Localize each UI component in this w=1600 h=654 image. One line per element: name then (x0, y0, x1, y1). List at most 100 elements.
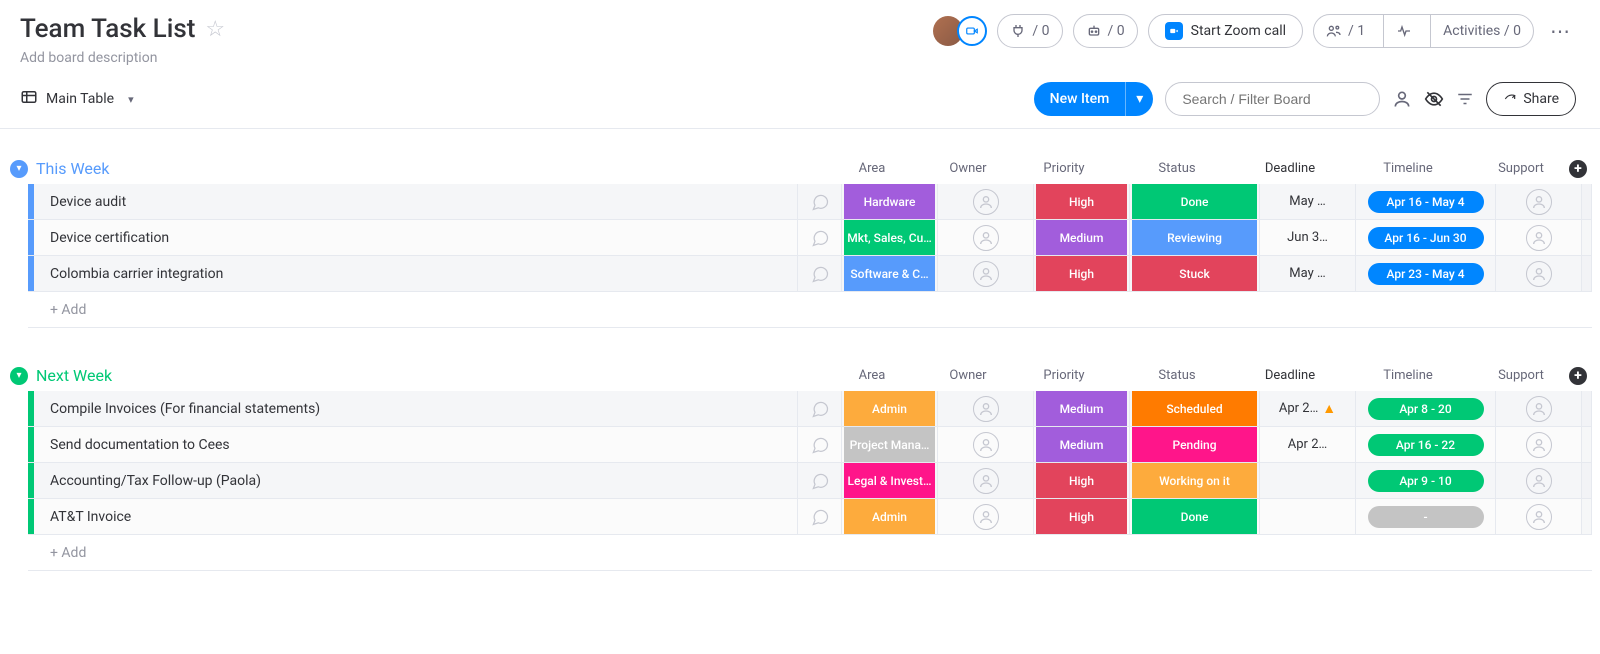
column-header[interactable]: Area (824, 368, 920, 383)
integration-b-pill[interactable]: / 0 (1073, 14, 1138, 48)
priority-cell[interactable]: Medium (1034, 427, 1130, 462)
area-cell[interactable]: Admin (842, 391, 938, 426)
area-cell[interactable]: Admin (842, 499, 938, 534)
timeline-cell[interactable]: Apr 8 - 20 (1356, 391, 1496, 426)
column-header[interactable]: Status (1112, 368, 1242, 383)
integration-a-pill[interactable]: / 0 (997, 14, 1062, 48)
deadline-cell[interactable]: Apr 2… (1260, 427, 1356, 462)
item-name[interactable]: Device certification (34, 220, 798, 255)
sort-icon[interactable] (1456, 90, 1474, 108)
priority-cell[interactable]: High (1034, 463, 1130, 498)
new-item-caret[interactable]: ▾ (1125, 82, 1153, 116)
status-cell[interactable]: Working on it (1130, 463, 1260, 498)
members-count[interactable]: / 1 (1314, 15, 1377, 47)
deadline-cell[interactable]: May … (1260, 184, 1356, 219)
column-header[interactable]: Status (1112, 161, 1242, 176)
eye-off-icon[interactable] (1424, 89, 1444, 109)
status-cell[interactable]: Pending (1130, 427, 1260, 462)
column-header[interactable]: Owner (920, 161, 1016, 176)
area-cell[interactable]: Hardware (842, 184, 938, 219)
conversation-icon[interactable] (798, 391, 842, 426)
item-name[interactable]: AT&T Invoice (34, 499, 798, 534)
owner-cell[interactable] (938, 220, 1034, 255)
area-cell[interactable]: Mkt, Sales, Cu… (842, 220, 938, 255)
activity-icon-seg[interactable] (1383, 15, 1424, 47)
priority-cell[interactable]: High (1034, 184, 1130, 219)
deadline-cell[interactable]: May … (1260, 256, 1356, 291)
item-name[interactable]: Colombia carrier integration (34, 256, 798, 291)
add-item[interactable]: + Add (34, 302, 86, 318)
column-header[interactable]: Timeline (1338, 161, 1478, 176)
owner-cell[interactable] (938, 256, 1034, 291)
owner-cell[interactable] (938, 499, 1034, 534)
status-cell[interactable]: Scheduled (1130, 391, 1260, 426)
search-filter[interactable] (1165, 82, 1380, 116)
column-header[interactable]: Owner (920, 368, 1016, 383)
item-name[interactable]: Send documentation to Cees (34, 427, 798, 462)
conversation-icon[interactable] (798, 220, 842, 255)
support-cell[interactable] (1496, 256, 1582, 291)
add-column-button[interactable]: + (1569, 160, 1587, 178)
owner-cell[interactable] (938, 427, 1034, 462)
timeline-cell[interactable]: - (1356, 499, 1496, 534)
area-cell[interactable]: Software & C… (842, 256, 938, 291)
conversation-icon[interactable] (798, 256, 842, 291)
timeline-cell[interactable]: Apr 16 - Jun 30 (1356, 220, 1496, 255)
conversation-icon[interactable] (798, 499, 842, 534)
support-cell[interactable] (1496, 427, 1582, 462)
support-cell[interactable] (1496, 220, 1582, 255)
status-cell[interactable]: Done (1130, 499, 1260, 534)
column-header[interactable]: Priority (1016, 368, 1112, 383)
support-cell[interactable] (1496, 184, 1582, 219)
group-title[interactable]: Next Week (36, 366, 112, 385)
priority-cell[interactable]: Medium (1034, 391, 1130, 426)
column-header[interactable]: Area (824, 161, 920, 176)
activities-count[interactable]: Activities / 0 (1430, 15, 1533, 47)
column-header[interactable]: Deadline (1242, 161, 1338, 176)
search-input[interactable] (1182, 91, 1363, 107)
deadline-cell[interactable]: Jun 3… (1260, 220, 1356, 255)
status-cell[interactable]: Reviewing (1130, 220, 1260, 255)
star-icon[interactable]: ☆ (205, 17, 225, 42)
column-header[interactable]: Support (1478, 368, 1564, 383)
area-cell[interactable]: Project Mana… (842, 427, 938, 462)
item-name[interactable]: Device audit (34, 184, 798, 219)
timeline-cell[interactable]: Apr 23 - May 4 (1356, 256, 1496, 291)
add-item[interactable]: + Add (34, 545, 86, 561)
collapse-toggle[interactable]: ▾ (10, 367, 28, 385)
conversation-icon[interactable] (798, 184, 842, 219)
item-name[interactable]: Accounting/Tax Follow-up (Paola) (34, 463, 798, 498)
board-members[interactable] (933, 16, 987, 46)
conversation-icon[interactable] (798, 463, 842, 498)
add-column-button[interactable]: + (1569, 367, 1587, 385)
owner-cell[interactable] (938, 463, 1034, 498)
collapse-toggle[interactable]: ▾ (10, 160, 28, 178)
area-cell[interactable]: Legal & Invest… (842, 463, 938, 498)
owner-cell[interactable] (938, 184, 1034, 219)
group-title[interactable]: This Week (36, 159, 110, 178)
support-cell[interactable] (1496, 463, 1582, 498)
column-header[interactable]: Deadline (1242, 368, 1338, 383)
deadline-cell[interactable] (1260, 463, 1356, 498)
owner-cell[interactable] (938, 391, 1034, 426)
start-zoom-button[interactable]: Start Zoom call (1148, 14, 1303, 48)
board-description[interactable]: Add board description (20, 50, 225, 66)
deadline-cell[interactable] (1260, 499, 1356, 534)
person-filter-icon[interactable] (1392, 89, 1412, 109)
column-header[interactable]: Timeline (1338, 368, 1478, 383)
more-icon[interactable]: ⋯ (1544, 19, 1576, 43)
share-button[interactable]: Share (1486, 82, 1576, 116)
page-title[interactable]: Team Task List (20, 14, 195, 44)
support-cell[interactable] (1496, 499, 1582, 534)
priority-cell[interactable]: Medium (1034, 220, 1130, 255)
support-cell[interactable] (1496, 391, 1582, 426)
deadline-cell[interactable]: Apr 2…▲ (1260, 391, 1356, 426)
new-item-button[interactable]: New Item ▾ (1034, 82, 1154, 116)
timeline-cell[interactable]: Apr 9 - 10 (1356, 463, 1496, 498)
timeline-cell[interactable]: Apr 16 - 22 (1356, 427, 1496, 462)
view-selector[interactable]: Main Table ▾ (20, 88, 134, 110)
status-cell[interactable]: Stuck (1130, 256, 1260, 291)
status-cell[interactable]: Done (1130, 184, 1260, 219)
timeline-cell[interactable]: Apr 16 - May 4 (1356, 184, 1496, 219)
column-header[interactable]: Priority (1016, 161, 1112, 176)
